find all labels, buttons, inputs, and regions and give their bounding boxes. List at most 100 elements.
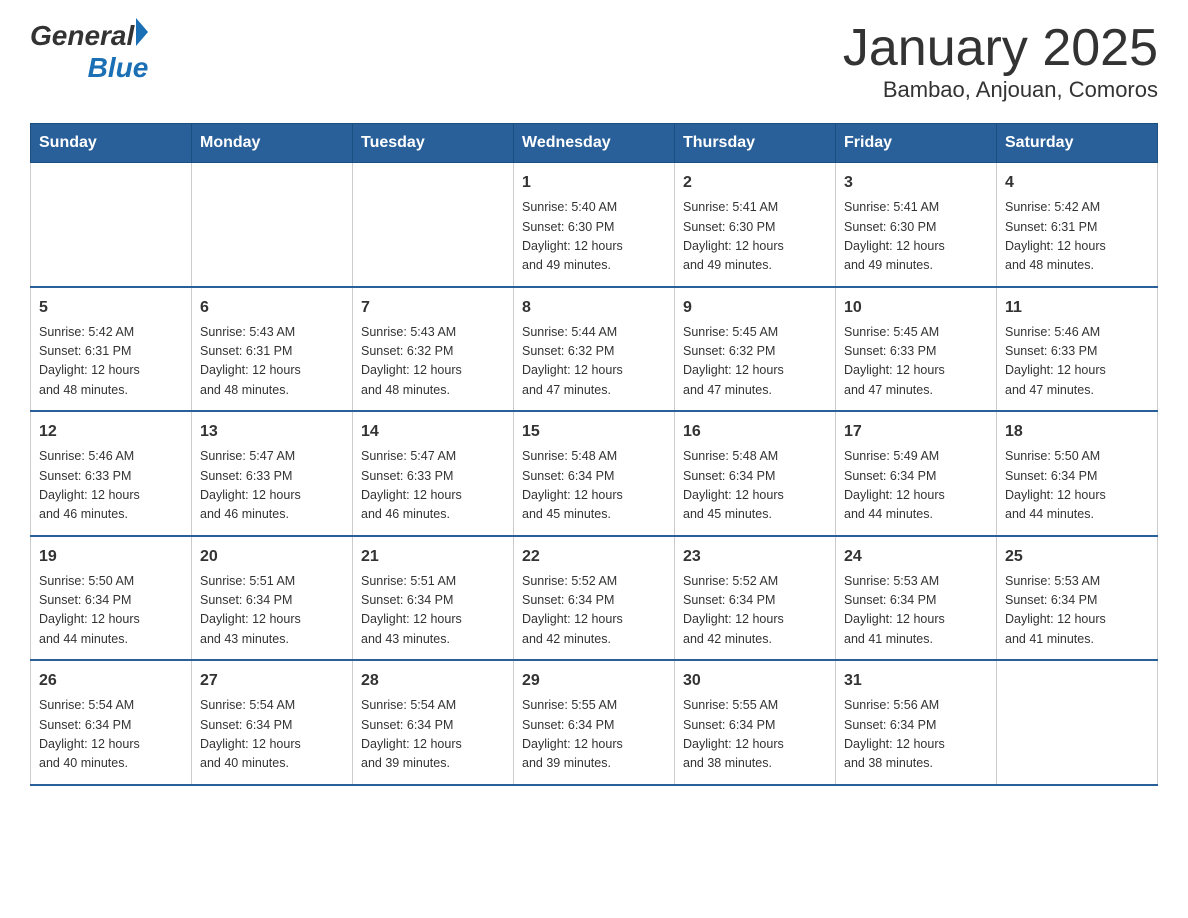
day-number: 28 — [361, 669, 505, 693]
calendar-cell: 27 Sunrise: 5:54 AM Sunset: 6:34 PM Dayli… — [192, 660, 353, 785]
day-info: Sunrise: 5:54 AM Sunset: 6:34 PM Dayligh… — [200, 696, 344, 774]
day-info: Sunrise: 5:52 AM Sunset: 6:34 PM Dayligh… — [683, 572, 827, 650]
day-number: 31 — [844, 669, 988, 693]
weekday-header-monday: Monday — [192, 124, 353, 163]
calendar-cell: 16 Sunrise: 5:48 AM Sunset: 6:34 PM Dayli… — [675, 411, 836, 536]
day-info: Sunrise: 5:48 AM Sunset: 6:34 PM Dayligh… — [683, 447, 827, 525]
day-info: Sunrise: 5:46 AM Sunset: 6:33 PM Dayligh… — [39, 447, 183, 525]
day-info: Sunrise: 5:54 AM Sunset: 6:34 PM Dayligh… — [39, 696, 183, 774]
day-info: Sunrise: 5:42 AM Sunset: 6:31 PM Dayligh… — [39, 323, 183, 401]
day-number: 1 — [522, 171, 666, 195]
calendar-cell: 29Sunrise: 5:55 AM Sunset: 6:34 PM Dayli… — [514, 660, 675, 785]
day-info: Sunrise: 5:41 AM Sunset: 6:30 PM Dayligh… — [683, 198, 827, 276]
calendar-title: January 2025 — [843, 20, 1158, 77]
day-number: 18 — [1005, 420, 1149, 444]
day-info: Sunrise: 5:45 AM Sunset: 6:32 PM Dayligh… — [683, 323, 827, 401]
day-number: 22 — [522, 545, 666, 569]
day-info: Sunrise: 5:48 AM Sunset: 6:34 PM Dayligh… — [522, 447, 666, 525]
calendar-cell: 14 Sunrise: 5:47 AM Sunset: 6:33 PM Dayli… — [353, 411, 514, 536]
weekday-header-sunday: Sunday — [31, 124, 192, 163]
day-info: Sunrise: 5:47 AM Sunset: 6:33 PM Dayligh… — [200, 447, 344, 525]
day-number: 14 — [361, 420, 505, 444]
day-info: Sunrise: 5:44 AM Sunset: 6:32 PM Dayligh… — [522, 323, 666, 401]
calendar-cell: 15 Sunrise: 5:48 AM Sunset: 6:34 PM Dayli… — [514, 411, 675, 536]
day-number: 26 — [39, 669, 183, 693]
day-number: 24 — [844, 545, 988, 569]
weekday-header-friday: Friday — [836, 124, 997, 163]
calendar-subtitle: Bambao, Anjouan, Comoros — [843, 77, 1158, 103]
page-header: General Blue January 2025 Bambao, Anjoua… — [30, 20, 1158, 103]
day-info: Sunrise: 5:52 AM Sunset: 6:34 PM Dayligh… — [522, 572, 666, 650]
day-info: Sunrise: 5:50 AM Sunset: 6:34 PM Dayligh… — [1005, 447, 1149, 525]
day-number: 21 — [361, 545, 505, 569]
day-info: Sunrise: 5:55 AM Sunset: 6:34 PM Dayligh… — [522, 696, 666, 774]
calendar-cell: 28 Sunrise: 5:54 AM Sunset: 6:34 PM Dayli… — [353, 660, 514, 785]
calendar-cell: 8 Sunrise: 5:44 AM Sunset: 6:32 PM Daylig… — [514, 287, 675, 412]
calendar-cell: 21 Sunrise: 5:51 AM Sunset: 6:34 PM Dayli… — [353, 536, 514, 661]
logo: General Blue — [30, 20, 148, 84]
calendar-cell: 7Sunrise: 5:43 AM Sunset: 6:32 PM Daylig… — [353, 287, 514, 412]
day-number: 30 — [683, 669, 827, 693]
week-row-5: 26 Sunrise: 5:54 AM Sunset: 6:34 PM Dayli… — [31, 660, 1158, 785]
day-number: 20 — [200, 545, 344, 569]
calendar-header: SundayMondayTuesdayWednesdayThursdayFrid… — [31, 124, 1158, 163]
calendar-cell: 2 Sunrise: 5:41 AM Sunset: 6:30 PM Daylig… — [675, 163, 836, 287]
weekday-header-saturday: Saturday — [997, 124, 1158, 163]
calendar-cell: 3 Sunrise: 5:41 AM Sunset: 6:30 PM Daylig… — [836, 163, 997, 287]
calendar-cell: 13 Sunrise: 5:47 AM Sunset: 6:33 PM Dayli… — [192, 411, 353, 536]
day-info: Sunrise: 5:43 AM Sunset: 6:31 PM Dayligh… — [200, 323, 344, 401]
day-info: Sunrise: 5:47 AM Sunset: 6:33 PM Dayligh… — [361, 447, 505, 525]
day-number: 9 — [683, 296, 827, 320]
logo-general: General — [30, 20, 134, 52]
day-number: 16 — [683, 420, 827, 444]
day-info: Sunrise: 5:46 AM Sunset: 6:33 PM Dayligh… — [1005, 323, 1149, 401]
calendar-cell: 12 Sunrise: 5:46 AM Sunset: 6:33 PM Dayli… — [31, 411, 192, 536]
calendar-cell: 5 Sunrise: 5:42 AM Sunset: 6:31 PM Daylig… — [31, 287, 192, 412]
day-info: Sunrise: 5:53 AM Sunset: 6:34 PM Dayligh… — [844, 572, 988, 650]
calendar-cell: 19 Sunrise: 5:50 AM Sunset: 6:34 PM Dayli… — [31, 536, 192, 661]
day-info: Sunrise: 5:43 AM Sunset: 6:32 PM Dayligh… — [361, 323, 505, 401]
calendar-cell: 4 Sunrise: 5:42 AM Sunset: 6:31 PM Daylig… — [997, 163, 1158, 287]
calendar-cell: 17Sunrise: 5:49 AM Sunset: 6:34 PM Dayli… — [836, 411, 997, 536]
calendar-cell: 23Sunrise: 5:52 AM Sunset: 6:34 PM Dayli… — [675, 536, 836, 661]
calendar-cell: 22 Sunrise: 5:52 AM Sunset: 6:34 PM Dayli… — [514, 536, 675, 661]
calendar-table: SundayMondayTuesdayWednesdayThursdayFrid… — [30, 123, 1158, 786]
calendar-cell: 9 Sunrise: 5:45 AM Sunset: 6:32 PM Daylig… — [675, 287, 836, 412]
day-number: 25 — [1005, 545, 1149, 569]
day-number: 15 — [522, 420, 666, 444]
day-number: 2 — [683, 171, 827, 195]
day-number: 4 — [1005, 171, 1149, 195]
weekday-header-tuesday: Tuesday — [353, 124, 514, 163]
week-row-3: 12 Sunrise: 5:46 AM Sunset: 6:33 PM Dayli… — [31, 411, 1158, 536]
day-number: 11 — [1005, 296, 1149, 320]
day-number: 5 — [39, 296, 183, 320]
day-info: Sunrise: 5:45 AM Sunset: 6:33 PM Dayligh… — [844, 323, 988, 401]
calendar-cell: 20 Sunrise: 5:51 AM Sunset: 6:34 PM Dayli… — [192, 536, 353, 661]
day-number: 10 — [844, 296, 988, 320]
week-row-1: 1Sunrise: 5:40 AM Sunset: 6:30 PM Daylig… — [31, 163, 1158, 287]
day-number: 12 — [39, 420, 183, 444]
calendar-cell: 30Sunrise: 5:55 AM Sunset: 6:34 PM Dayli… — [675, 660, 836, 785]
day-info: Sunrise: 5:54 AM Sunset: 6:34 PM Dayligh… — [361, 696, 505, 774]
day-number: 13 — [200, 420, 344, 444]
day-number: 3 — [844, 171, 988, 195]
calendar-cell — [353, 163, 514, 287]
calendar-cell: 31 Sunrise: 5:56 AM Sunset: 6:34 PM Dayli… — [836, 660, 997, 785]
day-number: 27 — [200, 669, 344, 693]
day-info: Sunrise: 5:51 AM Sunset: 6:34 PM Dayligh… — [200, 572, 344, 650]
logo-triangle-icon — [136, 18, 148, 46]
day-info: Sunrise: 5:41 AM Sunset: 6:30 PM Dayligh… — [844, 198, 988, 276]
calendar-cell — [192, 163, 353, 287]
day-info: Sunrise: 5:56 AM Sunset: 6:34 PM Dayligh… — [844, 696, 988, 774]
calendar-cell: 11 Sunrise: 5:46 AM Sunset: 6:33 PM Dayli… — [997, 287, 1158, 412]
calendar-cell: 18 Sunrise: 5:50 AM Sunset: 6:34 PM Dayli… — [997, 411, 1158, 536]
day-number: 19 — [39, 545, 183, 569]
calendar-cell — [997, 660, 1158, 785]
day-info: Sunrise: 5:50 AM Sunset: 6:34 PM Dayligh… — [39, 572, 183, 650]
day-info: Sunrise: 5:42 AM Sunset: 6:31 PM Dayligh… — [1005, 198, 1149, 276]
calendar-cell — [31, 163, 192, 287]
calendar-cell: 1Sunrise: 5:40 AM Sunset: 6:30 PM Daylig… — [514, 163, 675, 287]
day-info: Sunrise: 5:51 AM Sunset: 6:34 PM Dayligh… — [361, 572, 505, 650]
day-number: 8 — [522, 296, 666, 320]
weekday-header-wednesday: Wednesday — [514, 124, 675, 163]
